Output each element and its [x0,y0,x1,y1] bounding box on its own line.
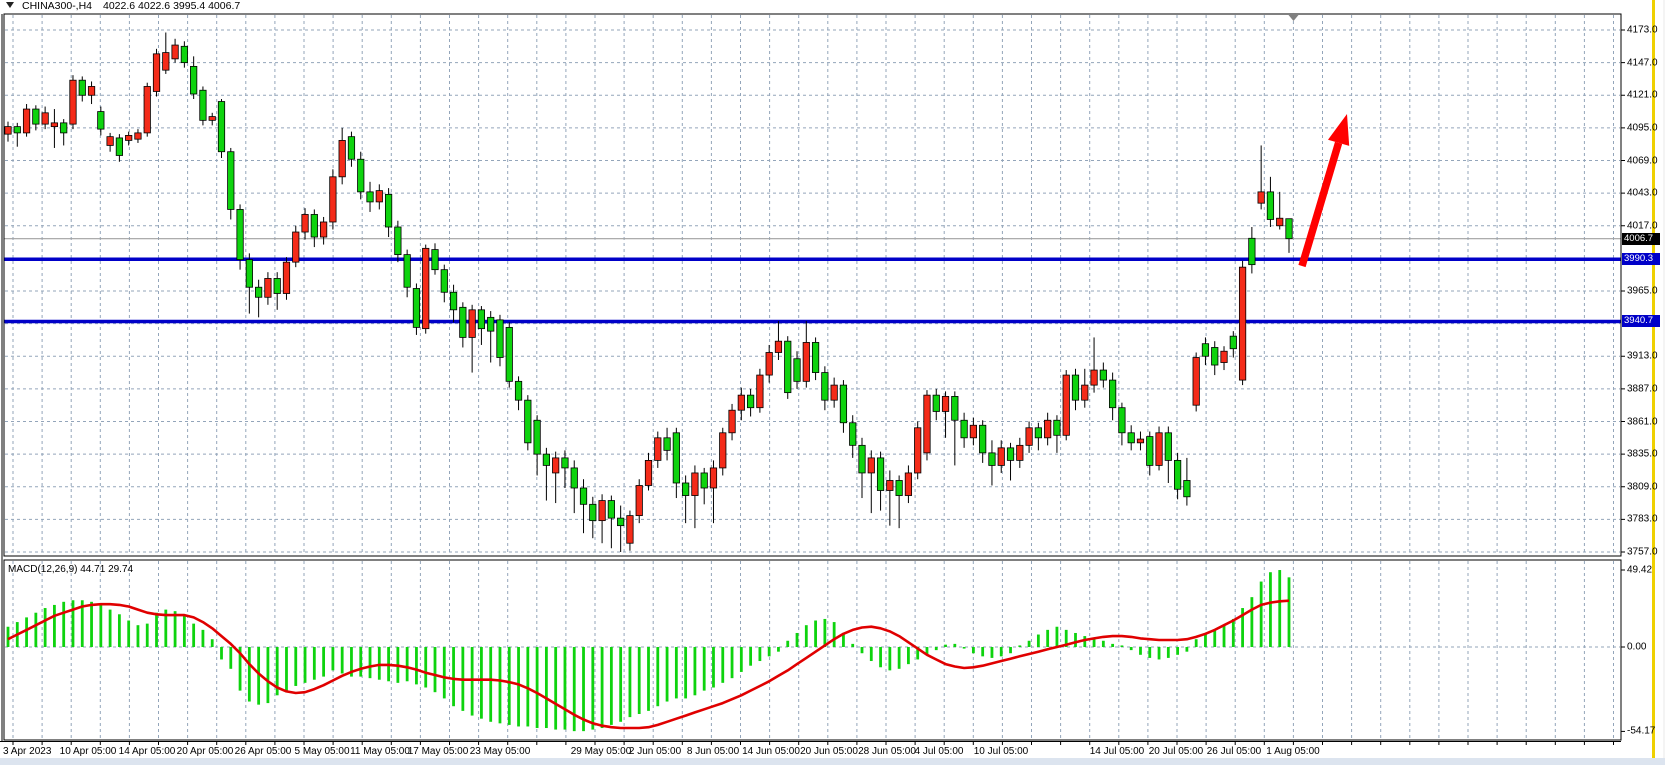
symbol-dropdown-icon[interactable] [6,2,14,8]
symbol-period-label: CHINA300-,H4 [22,0,92,12]
price-tick-label: 4069.0 [1627,155,1658,166]
time-tick-label: 14 Jun 05:00 [742,746,800,757]
time-tick-label: 1 Aug 05:00 [1266,746,1319,757]
candlestick-series [5,33,1292,552]
price-tick-label: 3861.0 [1627,416,1658,427]
time-tick-label: 14 Jul 05:00 [1090,746,1145,757]
price-tick-label: 3913.0 [1627,351,1658,362]
chart-canvas[interactable] [0,0,1665,765]
macd-main-value: 44.71 [80,564,105,575]
macd-tick-label: 0.00 [1627,642,1646,653]
time-tick-label: 8 Jun 05:00 [687,746,739,757]
price-tick-label: 3809.0 [1627,481,1658,492]
macd-name: MACD(12,26,9) [8,564,77,575]
time-tick-label: 17 May 05:00 [408,746,469,757]
vertical-line-marker[interactable] [1652,0,1655,758]
time-tick-label: 10 Apr 05:00 [60,746,117,757]
macd-pane-border [4,560,1621,740]
time-tick-label: 5 May 05:00 [294,746,349,757]
time-tick-label: 11 May 05:00 [350,746,410,757]
price-tick-label: 3835.0 [1627,449,1658,460]
time-tick-label: 20 Apr 05:00 [177,746,234,757]
time-tick-label: 4 Jul 05:00 [915,746,964,757]
time-tick-label: 26 Jul 05:00 [1207,746,1262,757]
price-tick-label: 4017.0 [1627,220,1658,231]
hline-price-tag-2: 3940.7 [1622,315,1660,327]
time-tick-label: 29 May 05:00 [571,746,632,757]
time-tick-label: 28 Jun 05:00 [858,746,916,757]
price-tick-label: 3783.0 [1627,514,1658,525]
price-tick-label: 3887.0 [1627,383,1658,394]
window-bottom-strip [0,758,1665,765]
grid-lines [5,15,1620,739]
price-tick-label: 4095.0 [1627,122,1658,133]
axis-ticks [13,30,1625,745]
price-tick-label: 4043.0 [1627,188,1658,199]
hline-price-tag-1: 3990.3 [1622,253,1660,265]
price-tick-label: 4121.0 [1627,90,1658,101]
chart-title-bar: CHINA300-,H4 4022.6 4022.6 3995.4 4006.7 [0,0,1660,13]
current-price-tag: 4006.7 [1622,233,1660,245]
mt4-chart-window: CHINA300-,H4 4022.6 4022.6 3995.4 4006.7… [0,0,1665,765]
time-tick-label: 2 Jun 05:00 [629,746,681,757]
time-tick-label: 10 Jul 05:00 [974,746,1029,757]
price-tick-label: 3965.0 [1627,286,1658,297]
macd-indicator-label: MACD(12,26,9) 44.71 29.74 [8,564,133,575]
macd-histogram [7,570,1291,731]
price-tick-label: 3757.0 [1627,547,1658,558]
time-tick-label: 20 Jul 05:00 [1149,746,1204,757]
chart-shift-triangle-icon[interactable] [1289,15,1299,21]
macd-tick-label: -54.17 [1627,726,1655,737]
time-tick-label: 14 Apr 05:00 [119,746,176,757]
macd-tick-label: 49.42 [1627,565,1652,576]
price-tick-label: 4147.0 [1627,57,1658,68]
price-tick-label: 4173.0 [1627,25,1658,36]
time-tick-label: 3 Apr 2023 [3,746,51,757]
ohlc-readout: 4022.6 4022.6 3995.4 4006.7 [103,0,240,12]
time-tick-label: 20 Jun 05:00 [800,746,858,757]
macd-signal-value: 29.74 [108,564,133,575]
time-tick-label: 26 Apr 05:00 [235,746,292,757]
time-tick-label: 23 May 05:00 [470,746,531,757]
trend-arrow[interactable] [1302,114,1349,266]
